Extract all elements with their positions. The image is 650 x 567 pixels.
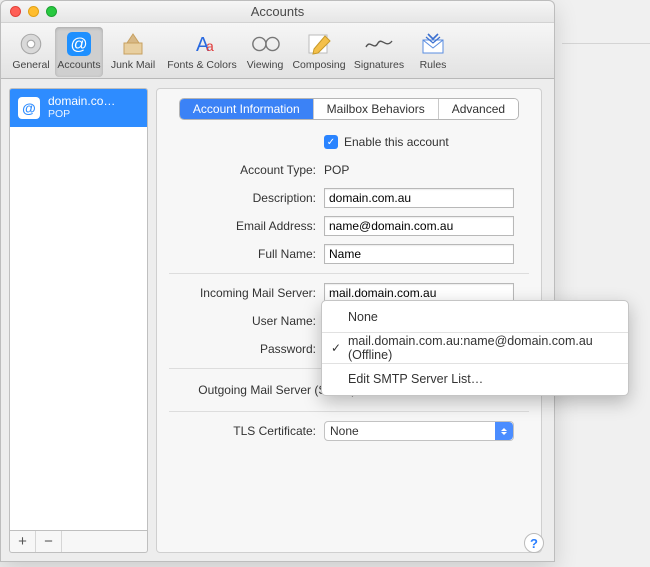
account-name: domain.co… xyxy=(48,95,115,108)
enable-account-label: Enable this account xyxy=(344,135,449,149)
toolbar-fonts[interactable]: Aa Fonts & Colors xyxy=(163,27,241,77)
toolbar-signatures-label: Signatures xyxy=(354,59,404,71)
enable-account-checkbox[interactable]: ✓ xyxy=(324,135,338,149)
remove-account-button[interactable]: − xyxy=(36,531,62,552)
at-icon: @ xyxy=(64,29,94,59)
window-title: Accounts xyxy=(1,4,554,19)
account-type-value: POP xyxy=(324,163,349,177)
toolbar-general[interactable]: General xyxy=(7,27,55,77)
email-label: Email Address: xyxy=(169,219,324,233)
account-type: POP xyxy=(48,108,115,121)
password-label: Password: xyxy=(169,342,324,356)
toolbar: General @ Accounts Junk Mail Aa Fonts & … xyxy=(1,23,554,79)
toolbar-junk[interactable]: Junk Mail xyxy=(103,27,163,77)
add-remove-row: + − xyxy=(9,531,148,553)
background-divider xyxy=(562,43,650,44)
smtp-option-selected[interactable]: mail.domain.com.au:name@domain.com.au (O… xyxy=(322,337,628,359)
gear-icon xyxy=(16,29,46,59)
spacer xyxy=(62,531,147,552)
toolbar-rules[interactable]: Rules xyxy=(409,27,457,77)
account-item[interactable]: @ domain.co… POP xyxy=(10,89,147,127)
smtp-option-edit-list[interactable]: Edit SMTP Server List… xyxy=(322,368,628,390)
account-type-label: Account Type: xyxy=(169,163,324,177)
titlebar: Accounts xyxy=(1,1,554,23)
add-account-button[interactable]: + xyxy=(10,531,36,552)
compose-icon xyxy=(304,29,334,59)
accounts-sidebar: @ domain.co… POP + − xyxy=(1,80,156,561)
junk-icon xyxy=(118,29,148,59)
help-button[interactable]: ? xyxy=(524,533,544,553)
tab-mailbox-behaviors[interactable]: Mailbox Behaviors xyxy=(313,99,438,119)
svg-text:a: a xyxy=(206,38,214,54)
toolbar-composing-label: Composing xyxy=(292,59,345,71)
description-field[interactable] xyxy=(324,188,514,208)
toolbar-junk-label: Junk Mail xyxy=(111,59,155,71)
fullname-field[interactable] xyxy=(324,244,514,264)
separator xyxy=(169,411,529,412)
tls-label: TLS Certificate: xyxy=(169,424,324,438)
incoming-label: Incoming Mail Server: xyxy=(169,286,324,300)
tls-certificate-select[interactable]: None xyxy=(324,421,514,441)
separator xyxy=(169,273,529,274)
tls-value: None xyxy=(330,424,359,438)
rules-icon xyxy=(418,29,448,59)
toolbar-accounts[interactable]: @ Accounts xyxy=(55,27,103,77)
tab-account-information[interactable]: Account Information xyxy=(180,99,313,119)
tab-segmented-control: Account Information Mailbox Behaviors Ad… xyxy=(180,99,518,119)
toolbar-viewing-label: Viewing xyxy=(247,59,284,71)
fullname-label: Full Name: xyxy=(169,247,324,261)
viewing-icon xyxy=(250,29,280,59)
chevron-updown-icon xyxy=(495,422,513,440)
toolbar-accounts-label: Accounts xyxy=(57,59,100,71)
at-icon: @ xyxy=(18,97,40,119)
smtp-server-menu: None mail.domain.com.au:name@domain.com.… xyxy=(321,300,629,396)
email-field[interactable] xyxy=(324,216,514,236)
signature-icon xyxy=(364,29,394,59)
smtp-option-none[interactable]: None xyxy=(322,306,628,328)
svg-text:@: @ xyxy=(70,35,87,54)
toolbar-rules-label: Rules xyxy=(420,59,447,71)
toolbar-fonts-label: Fonts & Colors xyxy=(167,59,236,71)
fonts-icon: Aa xyxy=(187,29,217,59)
description-label: Description: xyxy=(169,191,324,205)
account-list[interactable]: @ domain.co… POP xyxy=(9,88,148,531)
username-label: User Name: xyxy=(169,314,324,328)
tab-advanced[interactable]: Advanced xyxy=(438,99,518,119)
preferences-window: Accounts General @ Accounts Junk Mail Aa… xyxy=(0,0,555,562)
toolbar-signatures[interactable]: Signatures xyxy=(349,27,409,77)
toolbar-composing[interactable]: Composing xyxy=(289,27,349,77)
toolbar-viewing[interactable]: Viewing xyxy=(241,27,289,77)
toolbar-general-label: General xyxy=(12,59,49,71)
